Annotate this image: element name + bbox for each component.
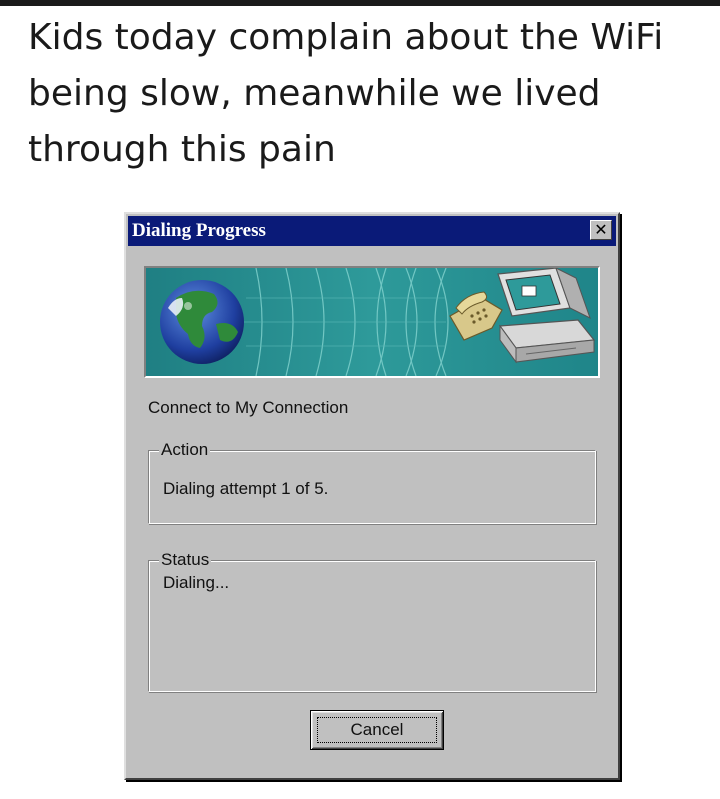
connection-name-label: Connect to My Connection <box>148 398 349 417</box>
status-text: Dialing... <box>163 573 230 592</box>
action-group: Action Dialing attempt 1 of 5. <box>148 440 596 524</box>
caption-line-2: being slow, meanwhile we lived <box>28 73 601 114</box>
globe-icon <box>160 280 244 364</box>
dialing-banner <box>144 266 600 378</box>
status-legend: Status <box>159 550 212 570</box>
status-group: Status Dialing... <box>148 550 596 692</box>
action-text: Dialing attempt 1 of 5. <box>163 479 329 498</box>
caption-line-1: Kids today complain about the WiFi <box>28 17 664 58</box>
cancel-button[interactable]: Cancel <box>310 710 444 750</box>
cancel-button-label: Cancel <box>317 717 437 743</box>
caption-line-3: through this pain <box>28 129 336 170</box>
dialing-progress-dialog: Dialing Progress ✕ Connect to My Connect… <box>124 212 620 780</box>
banner-graphic <box>146 268 598 376</box>
close-button[interactable]: ✕ <box>590 220 612 240</box>
top-rule <box>0 0 720 6</box>
meme-caption: Kids today complain about the WiFi being… <box>28 10 708 178</box>
action-legend: Action <box>159 440 211 460</box>
title-bar[interactable]: Dialing Progress ✕ <box>128 216 616 246</box>
close-icon: ✕ <box>594 220 608 239</box>
window-title: Dialing Progress <box>132 220 266 241</box>
